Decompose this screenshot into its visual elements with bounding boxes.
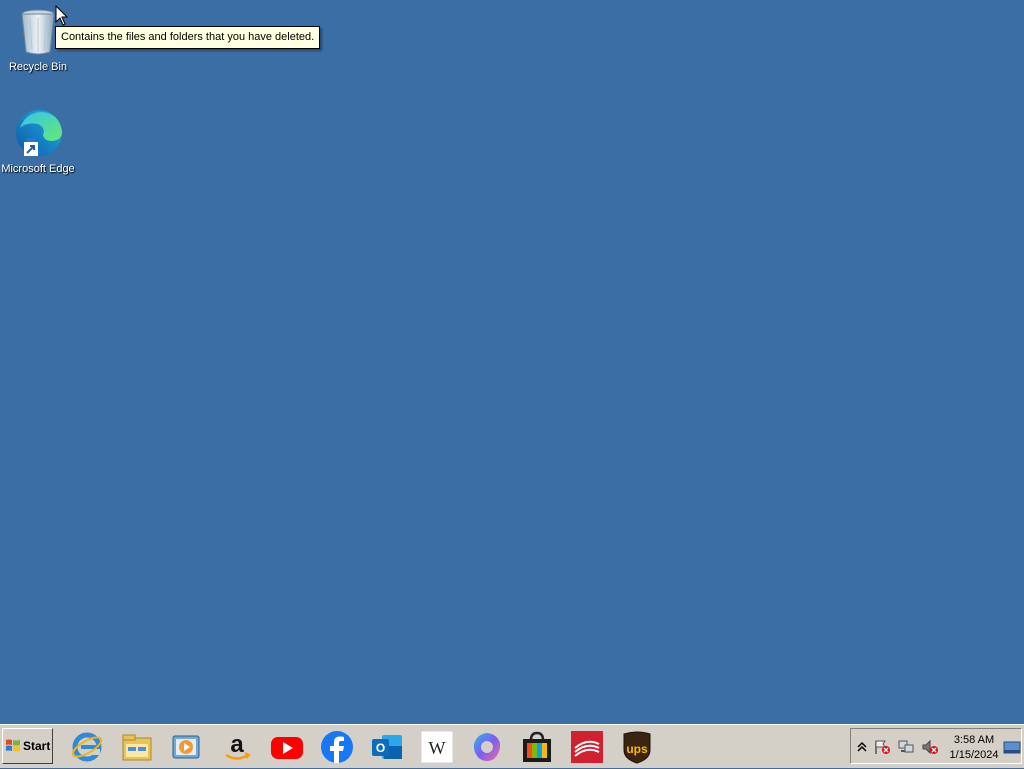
file-explorer-icon[interactable]	[120, 730, 154, 764]
media-player-icon[interactable]	[170, 730, 204, 764]
svg-text:a: a	[230, 731, 244, 758]
facebook-icon[interactable]	[320, 730, 354, 764]
start-button[interactable]: Start	[2, 728, 53, 764]
clock[interactable]: 3:58 AM 1/15/2024	[943, 733, 1005, 763]
volume-muted-icon[interactable]	[921, 739, 939, 755]
ups-icon[interactable]: ups	[620, 730, 654, 764]
bank-of-america-icon[interactable]	[570, 730, 604, 764]
amazon-icon[interactable]: a	[220, 730, 254, 764]
recycle-bin-tooltip: Contains the files and folders that you …	[55, 26, 321, 49]
microsoft-edge-icon	[12, 108, 64, 160]
clock-time: 3:58 AM	[953, 734, 995, 746]
svg-text:ups: ups	[626, 742, 648, 756]
store-icon[interactable]	[520, 730, 554, 764]
recycle-bin-label: Recycle Bin	[8, 61, 68, 73]
show-hidden-icons-icon[interactable]	[853, 739, 871, 755]
show-desktop-icon[interactable]	[1003, 741, 1021, 755]
mouse-cursor-icon	[55, 5, 69, 26]
svg-text:W: W	[429, 738, 446, 758]
internet-explorer-icon[interactable]	[70, 730, 104, 764]
wikipedia-icon[interactable]: W	[420, 730, 454, 764]
outlook-icon[interactable]: O	[370, 730, 404, 764]
network-icon[interactable]	[897, 739, 915, 755]
svg-text:O: O	[376, 741, 385, 755]
copilot-icon[interactable]	[470, 730, 504, 764]
clock-date: 1/15/2024	[949, 749, 999, 761]
taskbar: Start a O W ups 3:58 AM 1/15/2024	[0, 724, 1024, 768]
desktop[interactable]: Recycle Bin Microsoft Edge Contains the …	[0, 0, 1024, 724]
action-center-flag-icon[interactable]	[873, 739, 891, 755]
microsoft-edge-label: Microsoft Edge	[1, 163, 75, 175]
start-label: Start	[23, 739, 51, 753]
youtube-icon[interactable]	[270, 730, 304, 764]
microsoft-edge-icon-item[interactable]: Microsoft Edge	[0, 108, 76, 176]
system-tray: 3:58 AM 1/15/2024	[850, 728, 1022, 764]
windows-logo-icon	[6, 739, 20, 752]
